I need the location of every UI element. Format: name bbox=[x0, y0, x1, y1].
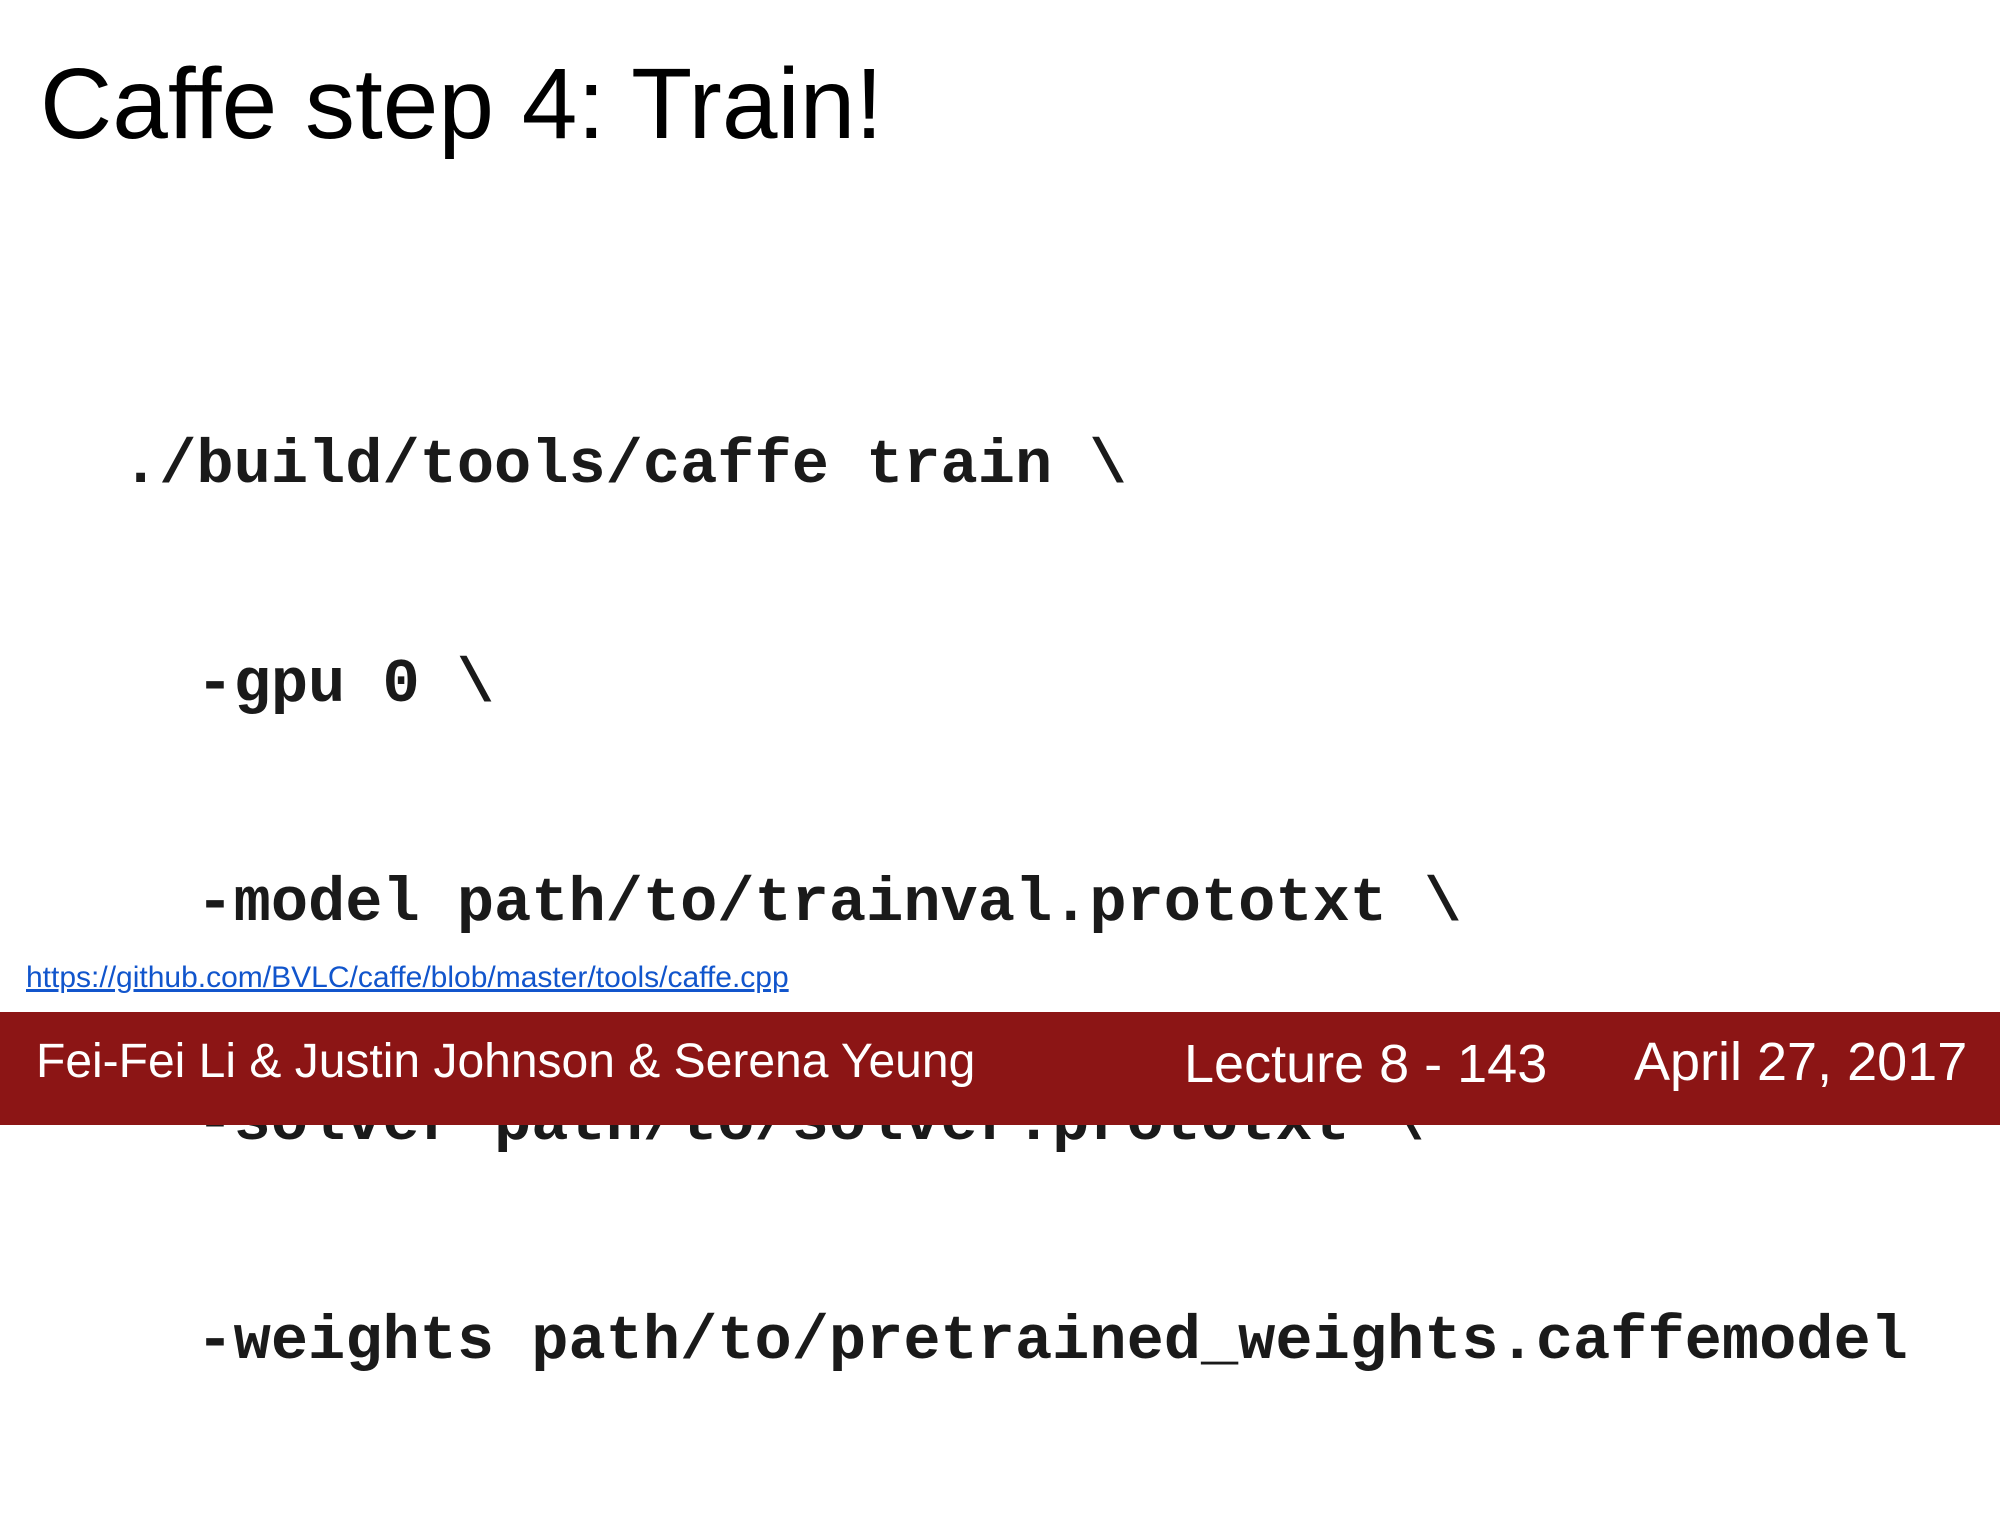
slide: Caffe step 4: Train! ./build/tools/caffe… bbox=[0, 0, 2000, 1377]
code-line-2: -gpu 0 \ bbox=[122, 649, 495, 720]
source-link[interactable]: https://github.com/BVLC/caffe/blob/maste… bbox=[26, 960, 789, 996]
code-block: ./build/tools/caffe train \ -gpu 0 \ -mo… bbox=[122, 283, 1908, 1524]
slide-title: Caffe step 4: Train! bbox=[40, 48, 884, 160]
footer-lecture-number: Lecture 8 - 143 bbox=[1184, 1034, 1548, 1094]
code-line-5: -weights path/to/pretrained_weights.caff… bbox=[122, 1306, 1908, 1377]
footer-date: April 27, 2017 bbox=[1634, 1032, 1968, 1092]
footer-bar: Fei-Fei Li & Justin Johnson & Serena Yeu… bbox=[0, 1012, 2000, 1125]
code-line-3: -model path/to/trainval.prototxt \ bbox=[122, 868, 1462, 939]
code-line-1: ./build/tools/caffe train \ bbox=[122, 430, 1127, 501]
footer-authors: Fei-Fei Li & Justin Johnson & Serena Yeu… bbox=[36, 1035, 976, 1088]
